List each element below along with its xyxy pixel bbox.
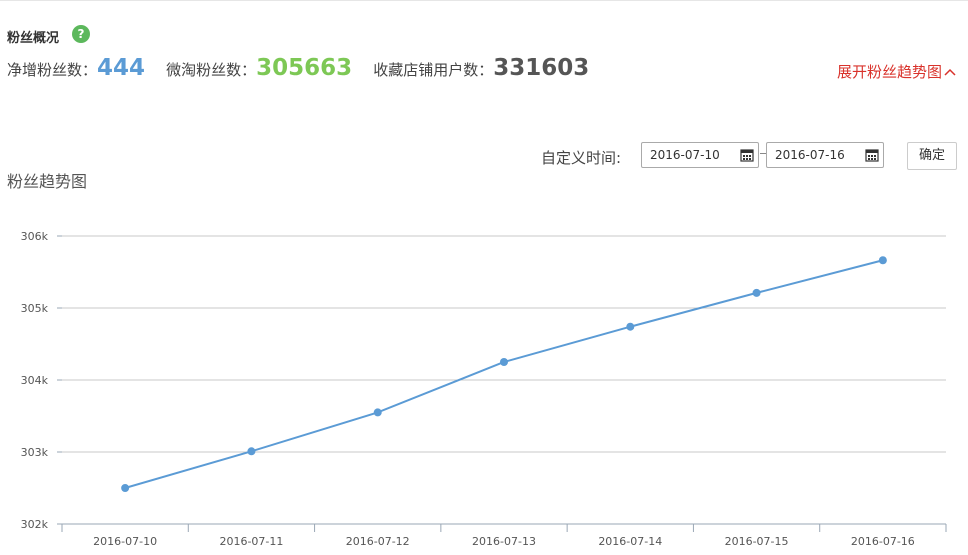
- y-tick-label: 304k: [21, 374, 49, 387]
- data-point: [752, 288, 761, 297]
- x-tick-label: 2016-07-11: [219, 535, 283, 548]
- y-tick-label: 303k: [21, 446, 49, 459]
- y-tick-label: 302k: [21, 518, 49, 531]
- data-point: [878, 256, 887, 265]
- fans-trend-chart: 302k 303k 304k 305k 306k 2016-07-10 2016-07-11…: [21, 230, 947, 548]
- data-point: [247, 447, 256, 456]
- y-tick-label: 305k: [21, 302, 49, 315]
- x-tick-label: 2016-07-14: [598, 535, 662, 548]
- data-point: [121, 484, 130, 492]
- data-point: [500, 358, 508, 366]
- x-tick-label: 2016-07-12: [346, 535, 410, 548]
- x-tick-label: 2016-07-13: [472, 535, 536, 548]
- x-tick-label: 2016-07-10: [93, 535, 157, 548]
- series-line: [124, 259, 884, 489]
- data-point: [373, 408, 382, 417]
- x-tick-label: 2016-07-16: [851, 535, 915, 548]
- x-tick-label: 2016-07-15: [725, 535, 789, 548]
- y-tick-label: 306k: [21, 230, 49, 243]
- data-point: [626, 322, 635, 331]
